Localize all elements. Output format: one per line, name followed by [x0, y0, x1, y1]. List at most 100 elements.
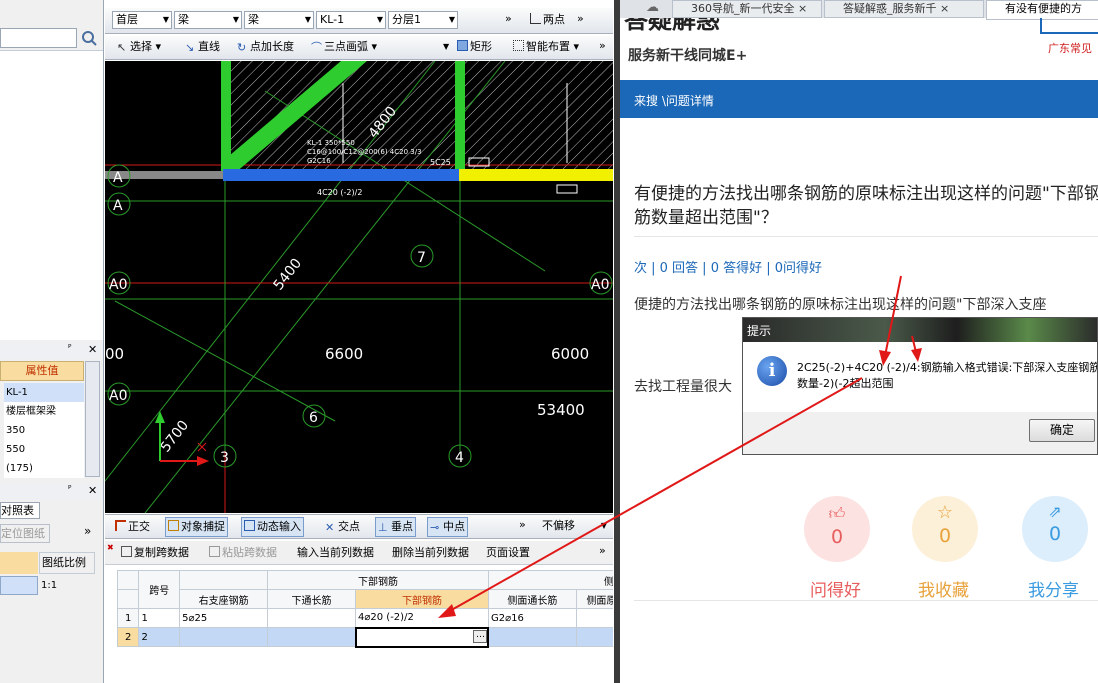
perp-icon: ⊥	[378, 521, 388, 534]
dropdown-arrow[interactable]: ▼	[443, 37, 449, 57]
table-row[interactable]: 1 1 5⌀25 4⌀20 (-2)/2 G2⌀16	[116, 608, 613, 628]
region-link[interactable]: 广东常见	[1048, 40, 1092, 56]
more-icon[interactable]: »	[519, 515, 526, 535]
prop-row[interactable]: 550	[4, 440, 84, 459]
prop-panel-titlebar: ᴾ ✕	[0, 343, 103, 359]
ortho-toggle[interactable]: 正交	[115, 517, 150, 537]
table-cell[interactable]: 2	[138, 627, 181, 647]
close-icon[interactable]: ✕	[88, 343, 97, 356]
table-cell[interactable]: G2⌀16	[487, 608, 577, 628]
table-cell[interactable]	[267, 627, 357, 647]
close-icon[interactable]: ✖	[107, 543, 114, 552]
dialog-titlebar: 提示	[743, 318, 1097, 342]
table-cell[interactable]: 1	[138, 608, 181, 628]
share-button[interactable]: ⇗ 0	[1022, 496, 1088, 562]
axis-label: A	[113, 198, 123, 214]
line-icon: ↘	[185, 41, 195, 54]
more-icon[interactable]: »	[599, 541, 606, 561]
mid-snap[interactable]: ⊸ 中点	[427, 517, 468, 537]
dim-text: 6600	[325, 345, 363, 363]
axis-label: A0	[591, 277, 609, 293]
top-toolbar: 首层 ▼ 梁 ▼ 梁 ▼ KL-1 ▼ 分层1 ▼ » 两点 »	[105, 8, 613, 34]
prop-row[interactable]: 350	[4, 421, 84, 440]
star-icon: ☆	[936, 502, 954, 523]
more-icon[interactable]: »	[84, 524, 91, 538]
more-icon[interactable]: »	[599, 36, 606, 56]
table-row[interactable]: 2 2 …	[116, 626, 613, 648]
dim-text: 53400	[537, 401, 585, 419]
prop-row[interactable]: KL-1	[4, 383, 84, 402]
col-header: 侧面通长筋	[487, 589, 577, 609]
browser-tab-active[interactable]: 有没有便捷的方	[986, 0, 1098, 20]
table-cell[interactable]	[575, 608, 613, 628]
paste-span-button[interactable]: 粘贴跨数据	[209, 543, 277, 563]
arc-tool[interactable]: ⌒ 三点画弧 ▾	[311, 37, 377, 57]
table-cell[interactable]: 4⌀20 (-2)/2	[355, 608, 489, 628]
scale-row-blank[interactable]	[0, 576, 38, 595]
scale-header-blank	[0, 552, 38, 574]
table-cell[interactable]	[487, 627, 577, 647]
axis-label: 7	[417, 250, 426, 266]
scale-value[interactable]: 1:1	[39, 576, 95, 595]
more-icon[interactable]: »	[505, 9, 512, 29]
perp-snap[interactable]: ⊥ 垂点	[375, 517, 416, 537]
select-tool[interactable]: ↖ 选择 ▾	[117, 37, 161, 57]
copy-span-button[interactable]: 复制跨数据	[121, 543, 189, 563]
line-tool[interactable]: ↘ 直线	[185, 37, 220, 57]
browser-tab[interactable]: 360导航_新一代安全 ×	[672, 0, 822, 18]
pin-icon[interactable]: ᴾ	[68, 344, 71, 354]
browser-tab[interactable]: 答疑解惑_服务新千 ×	[824, 0, 984, 18]
two-point-button[interactable]: 两点	[530, 10, 565, 30]
page-setup-button[interactable]: 页面设置	[486, 543, 530, 563]
layer-select[interactable]: 分层1 ▼	[388, 11, 458, 29]
prop-scrollbar[interactable]	[85, 361, 100, 477]
floor-select[interactable]: 首层 ▼	[112, 11, 172, 29]
snap-toggle[interactable]: 对象捕捉	[165, 517, 228, 537]
axis-label: A0	[109, 277, 127, 293]
pin-icon[interactable]: ᴾ	[68, 485, 71, 495]
col-header: 下部钢筋	[355, 589, 489, 609]
dialog-message: 2C25(-2)+4C20 (-2)/4:钢筋输入格式错误:下部深入支座钢筋数量…	[797, 361, 1098, 390]
tab-bar: ☁ 360导航_新一代安全 × 答疑解惑_服务新千 × 有没有便捷的方	[620, 0, 1098, 20]
grid-toolbar: ✖ 复制跨数据 粘贴跨数据 输入当前列数据 删除当前列数据 页面设置 »	[105, 541, 613, 565]
ok-button[interactable]: 确定	[1029, 419, 1095, 442]
prop-row[interactable]: 楼层框架梁	[4, 402, 84, 421]
left-search-box[interactable]	[0, 28, 77, 48]
input-col-button[interactable]: 输入当前列数据	[297, 543, 374, 563]
table-cell[interactable]: 5⌀25	[179, 608, 269, 628]
offset-select[interactable]: 不偏移 ▼	[539, 518, 609, 536]
cloud-icon[interactable]: ☁	[646, 0, 659, 15]
row-number: 2	[116, 627, 140, 647]
tab-compare-table[interactable]: 对照表	[0, 502, 40, 519]
delete-col-button[interactable]: 删除当前列数据	[392, 543, 469, 563]
arc-icon: ⌒	[311, 41, 322, 54]
member-select[interactable]: KL-1 ▼	[316, 11, 386, 29]
table-cell[interactable]	[179, 627, 269, 647]
type-select[interactable]: 梁 ▼	[244, 11, 314, 29]
ellipsis-button[interactable]: …	[473, 629, 487, 643]
active-cell[interactable]: …	[354, 626, 490, 648]
prop-header: 属性值	[0, 361, 84, 381]
more-icon[interactable]: »	[577, 9, 584, 29]
dyn-input-toggle[interactable]: 动态输入	[241, 517, 304, 537]
ask-good-button[interactable]: 👍︎ 0	[804, 496, 870, 562]
cad-canvas[interactable]: KL-1 350*550 C16@100/C12@200(6) 4C20 3/3…	[105, 61, 613, 513]
intersection-snap[interactable]: ✕ 交点	[325, 517, 360, 537]
column	[455, 61, 465, 173]
group-header: 侧面钢	[487, 570, 613, 590]
breadcrumb[interactable]: 来搜 \问题详情	[634, 92, 714, 109]
category-select[interactable]: 梁 ▼	[174, 11, 242, 29]
table-cell[interactable]	[575, 627, 613, 647]
status-bar: 正交 对象捕捉 动态输入 ✕ 交点 ⊥ 垂点 ⊸ 中点 » 不偏移 ▼	[105, 514, 613, 539]
prop-row[interactable]: (175)	[4, 459, 84, 478]
table-cell[interactable]	[267, 608, 357, 628]
rect-tool[interactable]: 矩形	[457, 37, 492, 57]
favorite-button[interactable]: ☆ 0	[912, 496, 978, 562]
grid-icon	[513, 40, 524, 51]
search-icon[interactable]	[80, 29, 98, 47]
smart-layout-tool[interactable]: 智能布置 ▾	[513, 37, 579, 57]
point-length-tool[interactable]: ↻ 点加长度	[237, 37, 294, 57]
close-icon[interactable]: ✕	[88, 484, 97, 497]
info-icon: i	[757, 356, 787, 386]
locate-drawing-button[interactable]: 定位图纸	[0, 524, 50, 543]
